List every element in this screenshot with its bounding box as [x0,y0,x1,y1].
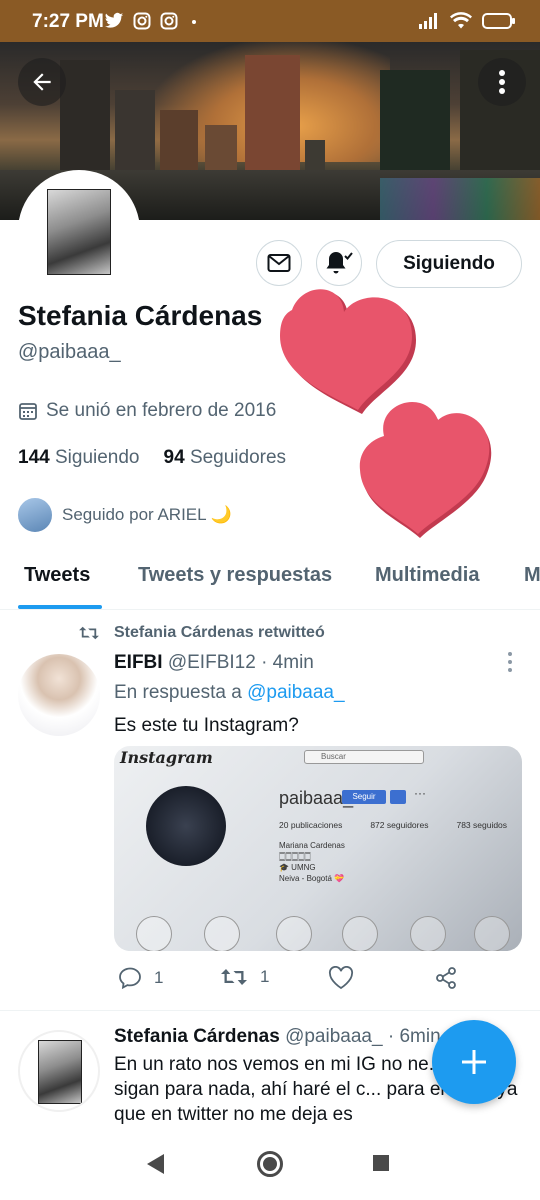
nav-back-icon[interactable] [144,1152,166,1176]
tweet-text: Es este tu Instagram? [114,715,299,736]
message-button[interactable] [256,240,302,286]
notifications-button[interactable] [316,240,362,286]
calendar-icon [19,403,37,420]
ig-logo: Instagram [120,748,213,767]
followers-count: 94 [163,447,185,468]
following-button[interactable]: Siguiendo [376,240,522,288]
nav-home-icon[interactable] [256,1150,284,1178]
tweet-divider [0,1010,540,1011]
share-icon [436,967,456,989]
share-button[interactable] [434,966,458,990]
ig-highlight [136,916,172,951]
avatar-photo [47,189,111,275]
bell-check-icon [326,252,353,274]
twitter-icon [104,12,124,28]
compose-tweet-button[interactable] [432,1020,516,1104]
following-count: 144 [18,447,50,468]
plus-icon [462,1050,486,1074]
tweet-header: EIFBI @EIFBI12 · 4min [114,652,314,674]
tab-likes[interactable]: Me gusta [524,564,540,587]
tab-media[interactable]: Multimedia [375,564,479,587]
tweet-more-icon[interactable] [500,650,520,674]
back-button[interactable] [18,58,66,106]
tweet-time: · 4min [261,652,314,673]
ig-followers: 872 seguidores [370,820,429,830]
dot-icon [192,20,196,24]
heart-sticker-icon [359,402,492,538]
tweet-author-avatar[interactable] [18,654,100,736]
tweet-author-name[interactable]: EIFBI [114,652,163,673]
instagram-icon [160,12,178,30]
reply-context: En respuesta a @paibaaa_ [114,682,345,704]
followers-label: Seguidores [189,447,287,468]
more-options-button[interactable] [478,58,526,106]
reply-button[interactable]: 1 [118,966,163,990]
active-tab-indicator [18,605,102,609]
following-count-link[interactable]: 144 Siguiendo [18,447,140,469]
follower-avatar [16,496,54,534]
retweet-label: Stefania Cárdenas retwitteó [114,624,325,641]
ig-highlight [474,916,510,951]
status-bar: 7:27 PM [0,0,540,42]
tweet-media-image[interactable]: Instagram Buscar paibaaa_ Seguir ··· 20 … [114,746,522,951]
instagram-icon [133,12,151,30]
profile-handle: @paibaaa_ [18,341,121,363]
retweet-icon [79,626,99,640]
status-time: 7:27 PM [32,11,104,32]
retweet-button[interactable]: 1 [220,966,269,988]
ig-dropdown-button [390,790,406,804]
retweet-count: 1 [260,967,270,986]
followed-by[interactable]: Seguido por ARIEL 🌙 [16,496,232,534]
tweet-header: Stefania Cárdenas @paibaaa_ · 6min [114,1026,441,1048]
heart-icon [328,966,354,990]
system-nav-bar [0,1128,540,1200]
tab-tweets-replies[interactable]: Tweets y respuestas [138,564,332,587]
ig-stats: 20 publicaciones 872 seguidores 783 segu… [279,820,507,830]
like-button[interactable] [328,966,354,990]
nav-recents-icon[interactable] [372,1154,390,1172]
tweet-author-handle[interactable]: @paibaaa_ [285,1026,382,1047]
tab-tweets[interactable]: Tweets [24,564,90,587]
ig-highlight [276,916,312,951]
wifi-icon [450,12,472,29]
tweet-author-handle[interactable]: @EIFBI12 [168,652,256,673]
ig-highlight [410,916,446,951]
ig-highlight [204,916,240,951]
retweet-context[interactable]: Stefania Cárdenas retwitteó [78,624,325,642]
ig-profile-picture [146,786,226,866]
more-vertical-icon [499,70,505,94]
followed-by-text: Seguido por ARIEL 🌙 [62,505,232,524]
tweet-time: · 6min [387,1026,441,1047]
battery-icon [482,13,515,29]
reply-prefix: En respuesta a [114,682,242,703]
profile-name: Stefania Cárdenas [18,300,263,331]
envelope-icon [267,254,291,272]
ig-following: 783 seguidos [456,820,508,830]
ig-more: ··· [414,786,426,800]
ig-bio: Mariana Cardenas 🀆🀆🀆🀆🀆 🎓 UMNG Neiva - Bo… [279,841,345,883]
join-date: Se unió en febrero de 2016 [18,400,276,422]
tweet-actions: 1 1 [118,966,468,996]
tweet-author-name[interactable]: Stefania Cárdenas [114,1026,280,1047]
tweet-author-avatar[interactable] [18,1030,100,1112]
reply-count: 1 [154,968,164,987]
profile-avatar[interactable] [18,170,140,292]
retweet-icon [221,969,247,985]
following-label: Siguiendo [54,447,140,468]
profile-tabs: Tweets Tweets y respuestas Multimedia Me… [0,548,540,610]
arrow-left-icon [33,73,51,91]
signal-icon [419,13,437,29]
ig-posts: 20 publicaciones [279,820,343,830]
reply-icon [119,967,141,990]
followers-count-link[interactable]: 94 Seguidores [164,447,287,469]
reply-to-link[interactable]: @paibaaa_ [247,682,344,703]
join-date-text: Se unió en febrero de 2016 [46,400,277,421]
ig-search-box: Buscar [304,750,424,764]
ig-follow-button: Seguir [342,790,386,804]
ig-highlight [342,916,378,951]
